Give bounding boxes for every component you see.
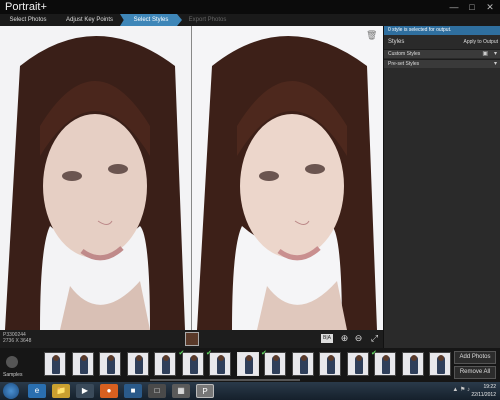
thumbnail-head (108, 355, 114, 361)
thumbnail-head (135, 355, 142, 361)
info-message: style is selected for output. (392, 27, 452, 33)
check-icon: ✔ (261, 350, 267, 357)
clock-time: 19:22 (483, 384, 496, 390)
filmstrip-scrollbar[interactable] (150, 379, 300, 381)
thumbnail-head (410, 355, 417, 361)
file-dimensions: 2736 X 3648 (3, 338, 32, 344)
filmstrip-thumbnail[interactable] (236, 352, 259, 376)
step-select-styles[interactable]: Select Styles (120, 14, 182, 26)
taskbar-app2-icon[interactable]: □ (148, 384, 166, 398)
minimize-button[interactable]: — (448, 1, 460, 13)
thumbnail-head (218, 355, 224, 361)
step-navigation: Select Photos Adjust Key Points Select S… (0, 14, 500, 26)
add-photos-button[interactable]: Add Photos (454, 351, 496, 364)
samples-button[interactable]: Samples (0, 348, 24, 382)
preset-styles-label: Pre-set Styles (388, 61, 420, 67)
filmstrip-thumbnail[interactable] (429, 352, 451, 376)
check-icon: ✔ (178, 350, 185, 357)
after-photo (192, 26, 383, 330)
taskbar-app1-icon[interactable]: ■ (124, 384, 142, 398)
custom-styles-label: Custom Styles (388, 51, 421, 57)
taskbar-folder-icon[interactable]: 📁 (52, 384, 70, 398)
add-style-icon[interactable]: ▣ (482, 50, 488, 59)
preset-styles-section[interactable]: Pre-set Styles ▾ (384, 59, 500, 68)
step-select-photos[interactable]: Select Photos (0, 14, 56, 26)
filmstrip-thumbnail[interactable] (346, 352, 369, 376)
check-icon: ✔ (206, 350, 212, 357)
filmstrip-thumbnail[interactable] (126, 352, 149, 376)
photo-viewer[interactable]: 🗑 (0, 26, 383, 330)
fit-screen-icon[interactable]: ⤢ (369, 333, 380, 344)
thumbnail-head (53, 355, 59, 361)
apply-to-output-label: Apply to Output (463, 39, 498, 45)
thumbnail-head (383, 355, 389, 361)
system-tray-icons[interactable]: ▲ ⚑ ♪ (452, 386, 470, 393)
filmstrip-thumbnail[interactable] (291, 352, 314, 376)
filmstrip-thumbnail[interactable] (154, 352, 176, 376)
thumbnail-head (300, 355, 307, 361)
zoom-in-icon[interactable]: ⊕ (339, 333, 350, 344)
window-controls: — □ ✕ (448, 1, 496, 13)
thumbnail-head (273, 355, 279, 361)
check-icon: ✔ (371, 350, 377, 357)
thumbnail-head (355, 355, 362, 361)
taskbar-ie-icon[interactable]: e (28, 384, 46, 398)
close-button[interactable]: ✕ (484, 1, 496, 13)
taskbar-media-icon[interactable]: ▶ (76, 384, 94, 398)
thumbnail-head (163, 355, 169, 361)
samples-label: Samples (3, 372, 23, 378)
taskbar-firefox-icon[interactable]: ● (100, 384, 118, 398)
before-photo (0, 26, 191, 330)
filmstrip: Samples ✔ ✔ ✔ ✔ Add Photos Remove All (0, 348, 500, 382)
remove-all-button[interactable]: Remove All (454, 366, 496, 379)
maximize-button[interactable]: □ (466, 1, 478, 13)
clock[interactable]: 19:22 22/11/2012 (471, 383, 496, 399)
filmstrip-thumbnail[interactable] (99, 352, 121, 376)
custom-styles-section[interactable]: Custom Styles ▣ ▾ (384, 49, 500, 58)
thumbnail-head (190, 355, 197, 361)
taskbar-portrait-icon[interactable]: P (196, 384, 214, 398)
styles-header: Styles Apply to Output (384, 37, 500, 48)
info-count: 0 (388, 27, 391, 33)
filmstrip-thumbnail[interactable] (71, 352, 94, 376)
windows-taskbar: e 📁 ▶ ● ■ □ ▦ P ▲ ⚑ ♪ 19:22 22/11/2012 (0, 382, 500, 400)
title-bar: Portrait+ — □ ✕ (0, 0, 500, 14)
file-info: P3300244 2736 X 3648 (3, 332, 31, 344)
before-after-toggle[interactable]: B|A (321, 334, 333, 343)
expand-icon[interactable]: ▾ (494, 50, 497, 59)
samples-icon (6, 356, 18, 368)
step-export-photos: Export Photos (188, 17, 227, 23)
current-photo-thumbnail[interactable] (185, 332, 199, 346)
info-text: 0 style is selected for output. (388, 26, 451, 35)
app-title: Portrait+ (5, 1, 47, 13)
trash-icon[interactable]: 🗑 (366, 30, 377, 40)
styles-panel: 0 style is selected for output. Styles A… (383, 26, 500, 348)
viewer-toolbar: P3300244 2736 X 3648 B|A ⊕ ⊖ ⤢ (0, 330, 383, 348)
thumbnail-head (438, 355, 444, 361)
styles-label: Styles (388, 39, 405, 45)
zoom-out-icon[interactable]: ⊖ (353, 333, 364, 344)
info-bar: 0 style is selected for output. (384, 26, 500, 35)
taskbar-app3-icon[interactable]: ▦ (172, 384, 190, 398)
thumbnail-head (80, 355, 87, 361)
expand-icon[interactable]: ▾ (494, 60, 497, 69)
start-button[interactable] (3, 383, 19, 399)
step-adjust-key-points[interactable]: Adjust Key Points (57, 14, 122, 26)
filmstrip-thumbnail[interactable] (44, 352, 66, 376)
thumbnail-head (328, 355, 334, 361)
thumbnail-head (245, 355, 252, 361)
filmstrip-thumbnail[interactable] (401, 352, 424, 376)
clock-date: 22/11/2012 (471, 392, 496, 398)
filmstrip-thumbnail[interactable] (319, 352, 341, 376)
